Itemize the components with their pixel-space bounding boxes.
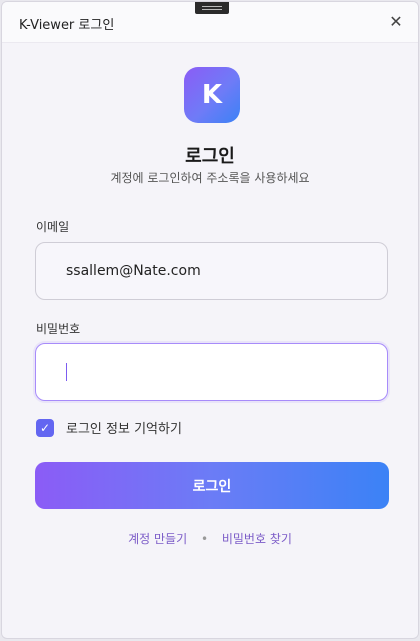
- logo-letter: K: [201, 80, 223, 110]
- link-separator: •: [200, 532, 209, 546]
- page-title: 로그인: [185, 146, 235, 167]
- signup-link[interactable]: 계정 만들기: [128, 532, 187, 546]
- login-window: K-Viewer 로그인 ✕ K 로그인 계정에 로그인하여 주소록을 사용하세…: [1, 1, 419, 639]
- close-icon[interactable]: ✕: [388, 14, 404, 30]
- window-title: K-Viewer 로그인: [19, 18, 115, 33]
- checkmark-icon: ✓: [39, 420, 51, 435]
- email-field[interactable]: ssallem@Nate.com: [35, 242, 388, 300]
- email-label: 이메일: [36, 220, 70, 234]
- remember-checkbox[interactable]: ✓: [36, 418, 54, 437]
- login-button-label: 로그인: [192, 478, 232, 495]
- page-subtitle: 계정에 로그인하여 주소록을 사용하세요: [110, 171, 310, 185]
- remember-me-toggle[interactable]: ✓ 로그인 정보 기억하기: [36, 418, 182, 437]
- email-value: ssallem@Nate.com: [66, 263, 201, 279]
- app-logo: K: [184, 67, 240, 123]
- drag-handle[interactable]: [195, 2, 229, 14]
- text-caret: [66, 363, 67, 381]
- remember-label: 로그인 정보 기억하기: [66, 422, 182, 437]
- title-bar: K-Viewer 로그인 ✕: [2, 2, 418, 43]
- forgot-password-link[interactable]: 비밀번호 찾기: [222, 532, 292, 546]
- footer-links: 계정 만들기 • 비밀번호 찾기: [2, 530, 418, 547]
- password-field[interactable]: [35, 343, 388, 401]
- password-label: 비밀번호: [36, 322, 81, 336]
- login-button[interactable]: 로그인: [35, 462, 389, 509]
